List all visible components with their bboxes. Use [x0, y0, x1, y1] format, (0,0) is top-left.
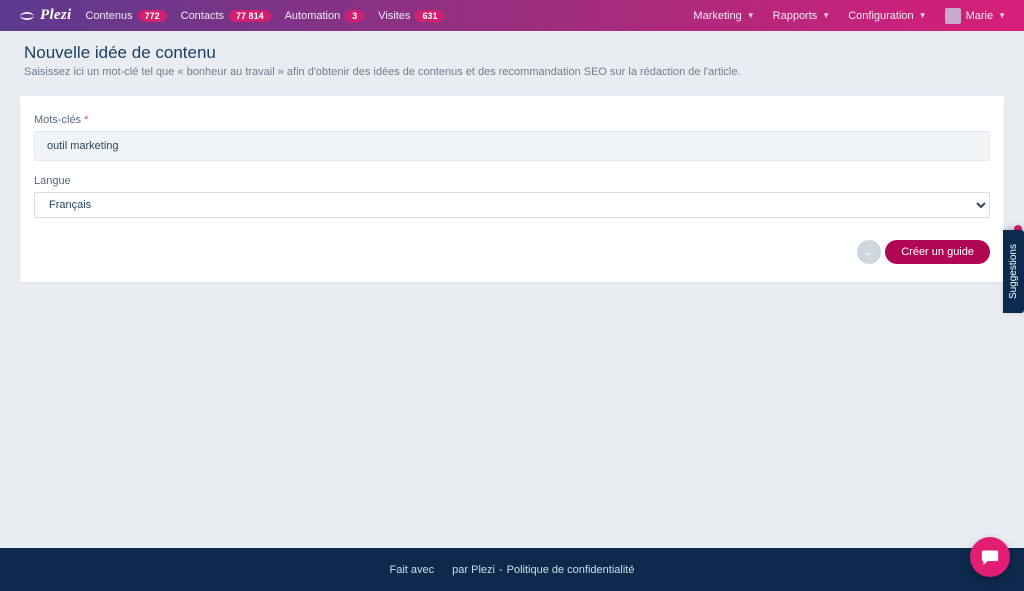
- badge: 77 814: [229, 10, 271, 22]
- chat-launcher[interactable]: [970, 537, 1010, 577]
- nav-item-automation[interactable]: Automation 3: [285, 10, 365, 22]
- brand-name: Plezi: [40, 7, 72, 24]
- chevron-down-icon: ▼: [919, 11, 927, 20]
- user-name: Marie: [966, 10, 994, 22]
- nav-item-rapports[interactable]: Rapports ▼: [773, 10, 831, 22]
- footer-made-with: Fait avec: [390, 564, 435, 576]
- chevron-down-icon: ▼: [822, 11, 830, 20]
- badge: 631: [415, 10, 444, 22]
- language-select[interactable]: Français: [34, 192, 990, 218]
- chevron-down-icon: ▼: [998, 11, 1006, 20]
- top-nav: Plezi Contenus 772 Contacts 77 814 Autom…: [0, 0, 1024, 31]
- nav-item-configuration[interactable]: Configuration ▼: [848, 10, 926, 22]
- nav-item-marketing[interactable]: Marketing ▼: [693, 10, 754, 22]
- nav-item-visites[interactable]: Visites 631: [378, 10, 444, 22]
- chevron-down-icon: ▼: [747, 11, 755, 20]
- nav-item-contacts[interactable]: Contacts 77 814: [181, 10, 271, 22]
- badge: 3: [345, 10, 364, 22]
- create-guide-button[interactable]: Créer un guide: [885, 240, 990, 264]
- chat-icon: [980, 548, 1000, 566]
- page-title: Nouvelle idée de contenu: [24, 43, 1000, 63]
- page-header: Nouvelle idée de contenu Saisissez ici u…: [0, 31, 1024, 81]
- nav-right: Marketing ▼ Rapports ▼ Configuration ▼ M…: [693, 8, 1006, 24]
- user-menu[interactable]: Marie ▼: [945, 8, 1006, 24]
- privacy-link[interactable]: Politique de confidentialité: [507, 564, 635, 576]
- footer: Fait avec par Plezi - Politique de confi…: [0, 548, 1024, 591]
- footer-by: par Plezi: [452, 564, 495, 576]
- nav-left: Contenus 772 Contacts 77 814 Automation …: [86, 10, 445, 22]
- language-label: Langue: [34, 175, 990, 187]
- logo-icon: [18, 9, 36, 23]
- page-subtitle: Saisissez ici un mot-clé tel que « bonhe…: [24, 66, 1000, 78]
- nav-item-contenus[interactable]: Contenus 772: [86, 10, 167, 22]
- keyword-input[interactable]: [34, 131, 990, 161]
- badge: 772: [138, 10, 167, 22]
- keyword-label: Mots-clés *: [34, 114, 990, 126]
- avatar: [945, 8, 961, 24]
- card-actions: ← Créer un guide: [34, 240, 990, 264]
- brand[interactable]: Plezi: [18, 7, 72, 24]
- required-mark: *: [84, 114, 88, 126]
- suggestions-tab[interactable]: Suggestions: [1003, 230, 1024, 313]
- back-button[interactable]: ←: [857, 240, 881, 264]
- form-card: Mots-clés * Langue Français ← Créer un g…: [20, 96, 1004, 282]
- arrow-left-icon: ←: [863, 245, 875, 259]
